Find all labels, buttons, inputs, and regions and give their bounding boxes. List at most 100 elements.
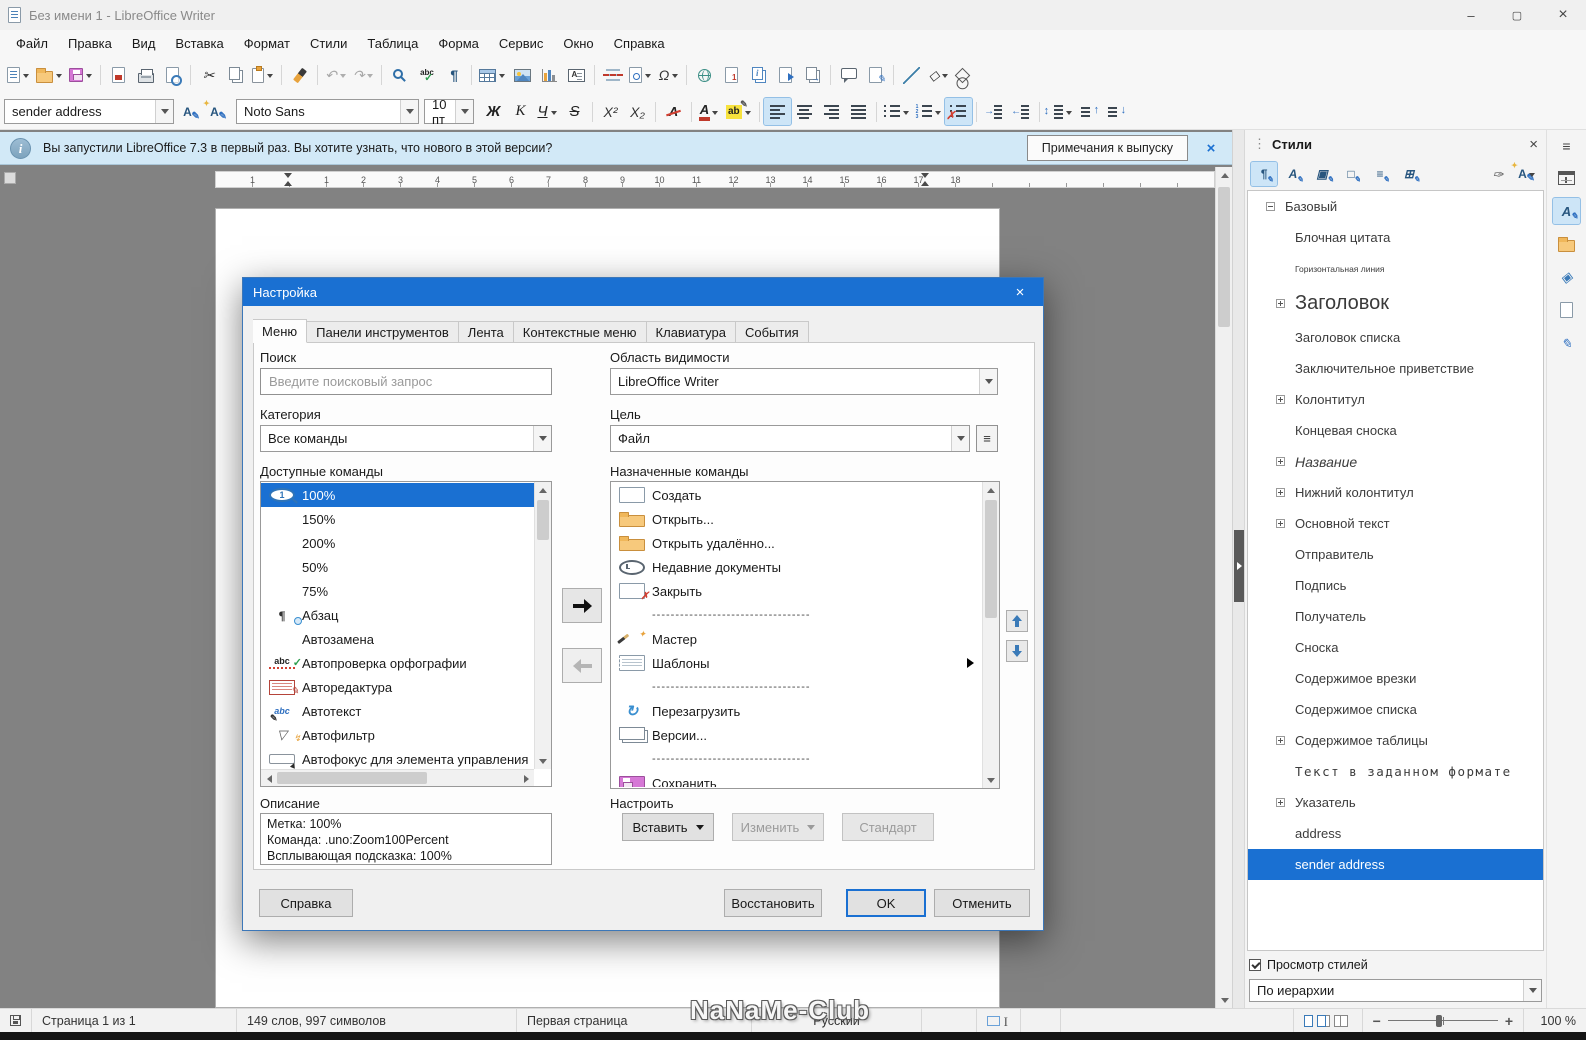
insert-endnote-button[interactable] [745, 62, 772, 89]
find-replace-button[interactable] [386, 62, 413, 89]
dropdown-arrow-icon[interactable] [671, 71, 679, 79]
insert-image-button[interactable] [509, 62, 536, 89]
list-styles-button[interactable]: ≡ [1367, 162, 1393, 186]
align-right-button[interactable] [818, 98, 845, 125]
print-button[interactable] [132, 62, 159, 89]
fill-format-mode-button[interactable]: ✑ [1485, 162, 1511, 186]
combo-arrow-icon[interactable] [951, 426, 969, 451]
special-character-button[interactable]: Ω [655, 62, 682, 89]
tab-events[interactable]: События [736, 321, 809, 343]
zoom-level[interactable]: 100 % [1524, 1009, 1586, 1032]
command-item[interactable]: 50% [261, 555, 534, 579]
cancel-button[interactable]: Отменить [934, 889, 1030, 917]
insert-field-button[interactable] [626, 62, 655, 89]
new-style-from-selection-button[interactable]: A [1514, 162, 1540, 186]
tab-properties[interactable]: A [1553, 198, 1580, 224]
category-combobox[interactable]: Все команды [260, 425, 552, 452]
zoom-out-icon[interactable]: − [1373, 1013, 1381, 1029]
redo-button[interactable]: ↷ [350, 62, 378, 89]
infobar-close-icon[interactable] [1200, 140, 1222, 157]
document-vertical-scrollbar[interactable] [1215, 167, 1232, 1008]
tab-style-inspector[interactable]: ✎ [1553, 330, 1580, 356]
character-styles-button[interactable]: A [1280, 162, 1306, 186]
command-item[interactable]: Создать [611, 483, 982, 507]
space-above-button[interactable] [1076, 98, 1103, 125]
sidebar-close-icon[interactable] [1529, 136, 1538, 153]
command-item[interactable]: 75% [261, 579, 534, 603]
command-item[interactable]: Шаблоны [611, 651, 982, 675]
scrollbar-thumb[interactable] [537, 500, 549, 540]
clone-formatting-button[interactable] [286, 62, 313, 89]
copy-button[interactable] [222, 62, 249, 89]
dropdown-arrow-icon[interactable] [550, 108, 558, 116]
command-item[interactable]: 200% [261, 531, 534, 555]
style-item[interactable]: Основной текст [1248, 508, 1543, 539]
page-count[interactable]: Страница 1 из 1 [32, 1009, 237, 1032]
style-item[interactable]: Нижний колонтитул [1248, 477, 1543, 508]
combo-arrow-icon[interactable] [400, 100, 418, 123]
clear-formatting-button[interactable]: A [660, 98, 687, 125]
insert-comment-button[interactable] [835, 62, 862, 89]
bold-button[interactable]: Ж [480, 98, 507, 125]
frame-styles-button[interactable]: ▣ [1309, 162, 1335, 186]
menu-form[interactable]: Форма [428, 33, 489, 54]
sidebar-settings-button[interactable] [1553, 165, 1580, 191]
tab-page[interactable] [1553, 297, 1580, 323]
menu-table[interactable]: Таблица [357, 33, 428, 54]
bullet-list-button[interactable] [881, 98, 913, 125]
scrollbar-thumb[interactable] [1218, 187, 1230, 327]
combo-arrow-icon[interactable] [533, 426, 551, 451]
insert-textbox-button[interactable] [563, 62, 590, 89]
scroll-down-icon[interactable] [535, 753, 551, 769]
superscript-button[interactable]: X² [597, 98, 624, 125]
expander-icon[interactable] [1276, 395, 1285, 404]
command-item[interactable]: 150% [261, 507, 534, 531]
ruler-corner[interactable] [4, 172, 16, 184]
word-count[interactable]: 149 слов, 997 символов [237, 1009, 517, 1032]
dropdown-arrow-icon[interactable] [744, 108, 752, 116]
style-item[interactable]: Получатель [1248, 601, 1543, 632]
cut-button[interactable]: ✂ [195, 62, 222, 89]
style-item[interactable]: address [1248, 818, 1543, 849]
paragraph-style-combobox[interactable]: sender address [4, 99, 174, 124]
insert-footnote-button[interactable] [718, 62, 745, 89]
strikethrough-button[interactable]: S [561, 98, 588, 125]
track-changes-button[interactable] [862, 62, 889, 89]
save-status[interactable] [0, 1009, 32, 1032]
command-item[interactable]: ---------------------------------- [611, 603, 982, 627]
style-item[interactable]: Отправитель [1248, 539, 1543, 570]
insert-hyperlink-button[interactable] [691, 62, 718, 89]
dropdown-arrow-icon[interactable] [941, 71, 949, 79]
menu-help[interactable]: Справка [604, 33, 675, 54]
command-item[interactable]: ¶ Абзац [261, 603, 534, 627]
align-center-button[interactable] [791, 98, 818, 125]
dropdown-arrow-icon[interactable] [55, 71, 63, 79]
scrollbar-thumb[interactable] [985, 500, 997, 618]
ok-button[interactable]: OK [846, 889, 926, 917]
font-size-combobox[interactable]: 10 пт [424, 99, 474, 124]
menu-tools[interactable]: Сервис [489, 33, 554, 54]
italic-button[interactable]: K [507, 98, 534, 125]
style-item[interactable]: Заголовок списка [1248, 322, 1543, 353]
print-preview-button[interactable] [159, 62, 186, 89]
move-down-button[interactable] [1006, 640, 1028, 662]
style-item[interactable]: Горизонтальная линия [1248, 253, 1543, 284]
horizontal-scrollbar[interactable] [261, 769, 534, 786]
justify-button[interactable] [845, 98, 872, 125]
scroll-up-icon[interactable] [983, 482, 999, 498]
style-item[interactable]: Текст в заданном формате [1248, 756, 1543, 787]
page-break-button[interactable] [599, 62, 626, 89]
command-item[interactable]: Открыть... [611, 507, 982, 531]
style-item[interactable]: Базовый [1248, 191, 1543, 222]
multi-page-view-icon[interactable] [1317, 1015, 1326, 1027]
dropdown-arrow-icon[interactable] [339, 71, 347, 79]
save-button[interactable] [66, 62, 96, 89]
drag-grip-icon[interactable] [1253, 136, 1266, 152]
insert-chart-button[interactable] [536, 62, 563, 89]
sidebar-menu-icon[interactable]: ≡ [1562, 134, 1570, 158]
scroll-up-icon[interactable] [535, 482, 551, 498]
command-item[interactable]: ▽ Автофильтр [261, 723, 534, 747]
scrollbar-thumb[interactable] [277, 772, 427, 784]
menu-file[interactable]: Файл [6, 33, 58, 54]
menu-format[interactable]: Формат [234, 33, 300, 54]
